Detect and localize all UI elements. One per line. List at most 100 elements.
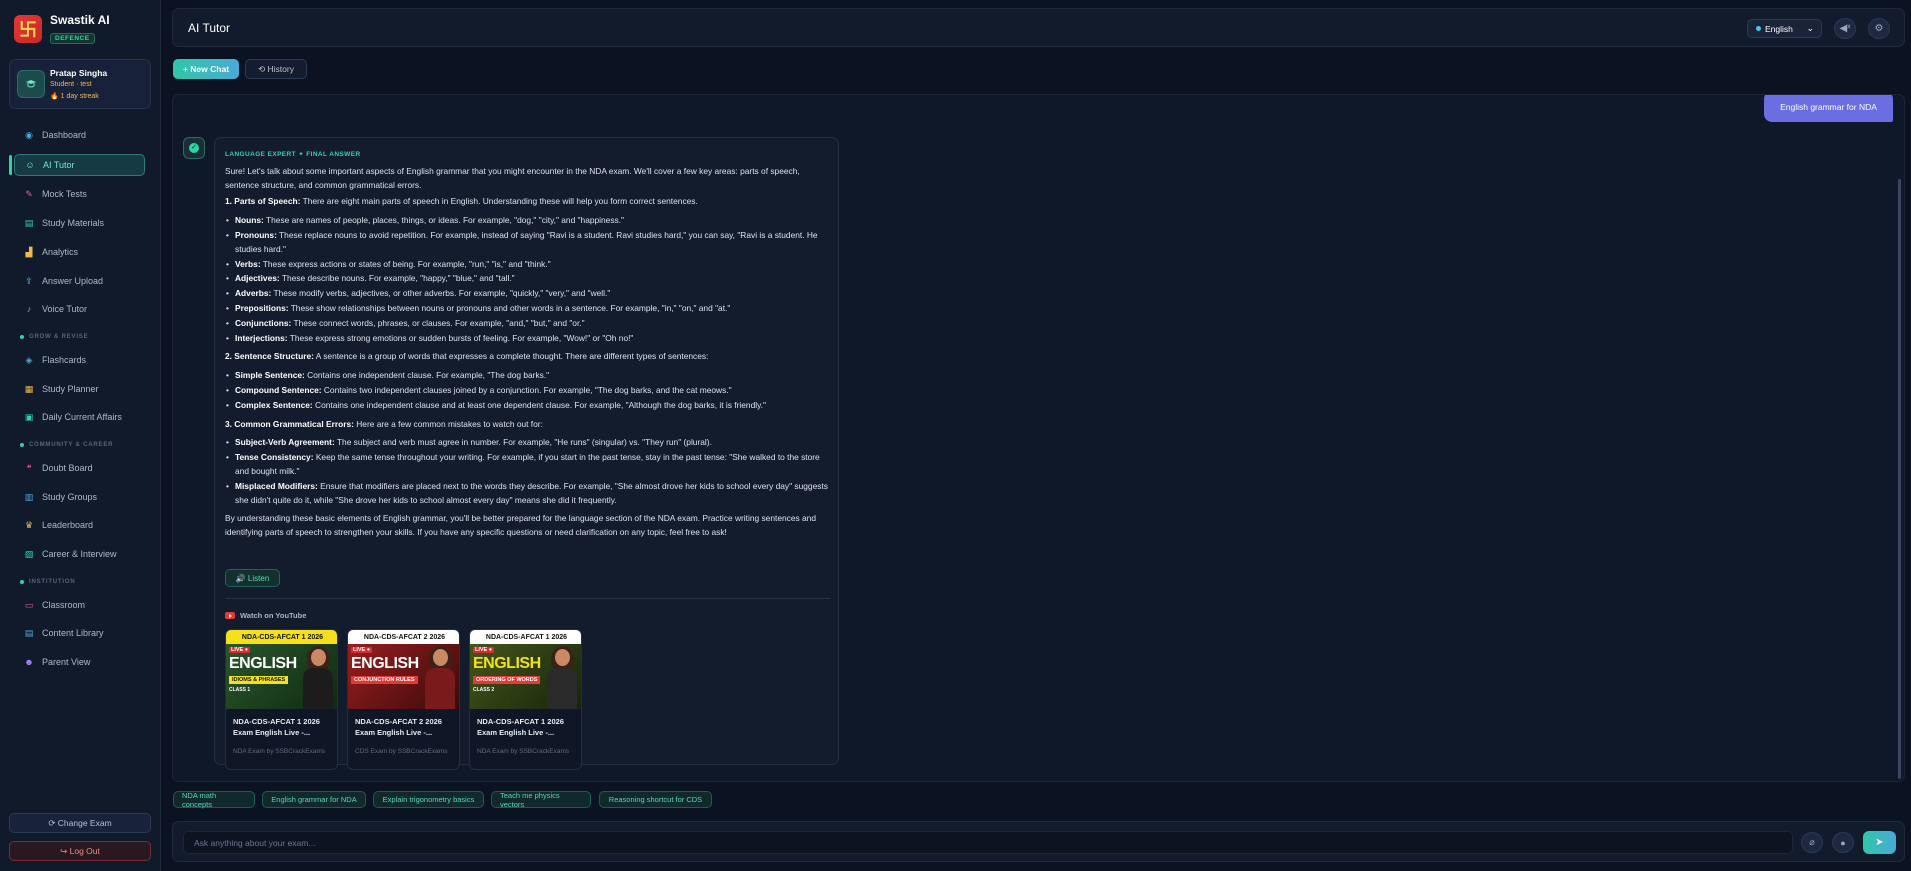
settings-button[interactable]: ⚙	[1868, 18, 1890, 39]
suggestion-chip[interactable]: NDA math concepts	[173, 791, 255, 809]
listen-button[interactable]: 🔊 Listen	[225, 569, 280, 587]
video-thumbnail: NDA-CDS-AFCAT 1 2026 LIVE ● ENGLISH IDIO…	[226, 630, 337, 709]
brand-badge: DEFENCE	[50, 33, 95, 44]
section-label-community: COMMUNITY & CAREER	[20, 442, 113, 448]
paperclip-icon: ⌀	[1809, 837, 1815, 847]
chat-panel[interactable]: English grammar for NDA ✓ LANGUAGE EXPER…	[172, 94, 1905, 782]
sidebar-item-mock-tests[interactable]: ✎ Mock Tests	[14, 183, 145, 205]
active-indicator	[9, 155, 12, 175]
language-select[interactable]: English ⌄	[1747, 19, 1822, 38]
logout-button[interactable]: ↪ Log Out	[9, 841, 151, 861]
speaker-muted-icon: ◀ˣ	[1839, 23, 1851, 34]
dashboard-icon: ◉	[25, 130, 33, 140]
sidebar-item-doubt-board[interactable]: ❝ Doubt Board	[14, 457, 145, 479]
video-card[interactable]: NDA-CDS-AFCAT 2 2026 LIVE ● ENGLISH CONJ…	[347, 629, 460, 770]
upload-icon: ⇪	[25, 276, 33, 286]
sidebar-item-dashboard[interactable]: ◉ Dashboard	[14, 124, 145, 146]
video-card[interactable]: NDA-CDS-AFCAT 1 2026 LIVE ● ENGLISH ORDE…	[469, 629, 582, 770]
sidebar-item-label: Flashcards	[42, 355, 87, 365]
video-channel: CDS Exam by SSBCrackExams	[355, 748, 448, 755]
presenter-image	[547, 646, 577, 709]
answer-outro: By understanding these basic elements of…	[225, 513, 816, 538]
language-value: English	[1765, 23, 1793, 34]
list-item: Tense Consistency: Keep the same tense t…	[226, 451, 830, 479]
top-header: AI Tutor English ⌄ ◀ˣ ⚙	[172, 8, 1905, 47]
send-button[interactable]: ➤	[1863, 831, 1896, 854]
chat-input[interactable]	[183, 831, 1793, 854]
sidebar-item-classroom[interactable]: ▭ Classroom	[14, 594, 145, 616]
list-item: Complex Sentence: Contains one independe…	[226, 399, 830, 413]
sidebar-item-study-planner[interactable]: ▦ Study Planner	[14, 378, 145, 400]
user-role: Student · test	[50, 81, 92, 88]
sidebar-item-label: Leaderboard	[42, 520, 94, 530]
presenter-image	[303, 646, 333, 709]
newspaper-icon: ▣	[24, 412, 34, 422]
change-exam-button[interactable]: ⟳ Change Exam	[9, 813, 151, 833]
user-card[interactable]: Pratap Singha Student · test 🔥 1 day str…	[9, 59, 151, 109]
trophy-icon: ♛	[24, 520, 34, 530]
video-channel: NDA Exam by SSBCrackExams	[233, 748, 326, 755]
sidebar-item-study-groups[interactable]: ▥ Study Groups	[14, 486, 145, 508]
suggestion-chip[interactable]: English grammar for NDA	[262, 791, 366, 808]
user-name: Pratap Singha	[50, 68, 108, 78]
sidebar-item-content-library[interactable]: ▤ Content Library	[14, 622, 145, 644]
attach-button[interactable]: ⌀	[1801, 832, 1823, 853]
list-item: Adjectives: These describe nouns. For ex…	[226, 272, 830, 286]
briefcase-icon: ▨	[24, 549, 34, 559]
sidebar-item-analytics[interactable]: ▟ Analytics	[14, 241, 145, 263]
section-label-grow: GROW & REVISE	[20, 334, 88, 340]
suggestion-chip[interactable]: Reasoning shortcut for CDS	[599, 791, 712, 808]
sidebar-item-career-interview[interactable]: ▨ Career & Interview	[14, 543, 145, 565]
chat-scrollbar[interactable]	[1898, 179, 1901, 779]
video-title: NDA-CDS-AFCAT 1 2026 Exam English Live -…	[233, 717, 320, 737]
sidebar-item-label: Voice Tutor	[42, 304, 88, 314]
list-item: Pronouns: These replace nouns to avoid r…	[226, 229, 830, 257]
bot-icon: ☺	[25, 160, 35, 170]
sidebar-item-label: Parent View	[42, 657, 91, 667]
list-item: Adverbs: These modify verbs, adjectives,…	[226, 287, 830, 301]
sidebar-item-answer-upload[interactable]: ⇪ Answer Upload	[14, 270, 145, 292]
sidebar-item-flashcards[interactable]: ◈ Flashcards	[14, 349, 145, 371]
list-grammatical-errors: Subject-Verb Agreement: The subject and …	[225, 436, 830, 507]
sidebar-item-label: Content Library	[42, 628, 104, 638]
list-item: Conjunctions: These connect words, phras…	[226, 317, 830, 331]
sidebar-item-label: Study Groups	[42, 492, 98, 502]
history-button[interactable]: ⟲ History	[245, 59, 307, 79]
chat-input-bar: ⌀ ● ➤	[172, 821, 1905, 862]
sidebar-item-study-materials[interactable]: ▤ Study Materials	[14, 212, 145, 234]
sidebar-item-label: Daily Current Affairs	[42, 412, 122, 422]
new-chat-button[interactable]: + New Chat	[173, 59, 239, 79]
user-streak: 🔥 1 day streak	[50, 93, 99, 100]
sidebar-item-parent-view[interactable]: ☻ Parent View	[14, 651, 145, 673]
list-item: Nouns: These are names of people, places…	[226, 214, 830, 228]
sidebar-item-label: Career & Interview	[42, 549, 117, 559]
sidebar-item-label: Study Planner	[42, 384, 99, 394]
sidebar-item-leaderboard[interactable]: ♛ Leaderboard	[14, 514, 145, 536]
video-thumbnail: NDA-CDS-AFCAT 2 2026 LIVE ● ENGLISH CONJ…	[348, 630, 459, 709]
list-item: Misplaced Modifiers: Ensure that modifie…	[226, 480, 830, 508]
answer-intro: Sure! Let's talk about some important as…	[225, 165, 800, 190]
brand[interactable]: 卐 Swastik AI DEFENCE	[14, 13, 110, 45]
list-item: Compound Sentence: Contains two independ…	[226, 384, 830, 398]
chevron-down-icon: ⌄	[1806, 23, 1814, 33]
suggestion-chip[interactable]: Explain trigonometry basics	[373, 791, 484, 808]
answer-body: LANGUAGE EXPERT ✦ FINAL ANSWER Sure! Let…	[225, 148, 830, 543]
video-card[interactable]: NDA-CDS-AFCAT 1 2026 LIVE ● ENGLISH IDIO…	[225, 629, 338, 770]
list-item: Prepositions: These show relationships b…	[226, 302, 830, 316]
list-item: Simple Sentence: Contains one independen…	[226, 369, 830, 383]
sidebar-item-voice-tutor[interactable]: ♪ Voice Tutor	[14, 298, 145, 320]
sidebar-item-ai-tutor[interactable]: ☺ AI Tutor	[14, 154, 145, 176]
chart-icon: ▟	[25, 247, 33, 257]
sidebar-item-daily-current-affairs[interactable]: ▣ Daily Current Affairs	[14, 406, 145, 428]
microphone-icon: ●	[1840, 837, 1846, 848]
voice-input-button[interactable]: ●	[1832, 832, 1854, 853]
page-title: AI Tutor	[188, 21, 231, 35]
sidebar-item-label: Dashboard	[42, 130, 87, 140]
list-item: Interjections: These express strong emot…	[226, 332, 830, 346]
answer-card: LANGUAGE EXPERT ✦ FINAL ANSWER Sure! Let…	[214, 137, 839, 770]
user-avatar-icon	[17, 70, 45, 98]
microphone-icon: ♪	[26, 304, 32, 314]
mute-button[interactable]: ◀ˣ	[1834, 18, 1856, 39]
suggestion-chip[interactable]: Teach me physics vectors	[491, 791, 591, 809]
list-parts-of-speech: Nouns: These are names of people, places…	[225, 214, 830, 345]
